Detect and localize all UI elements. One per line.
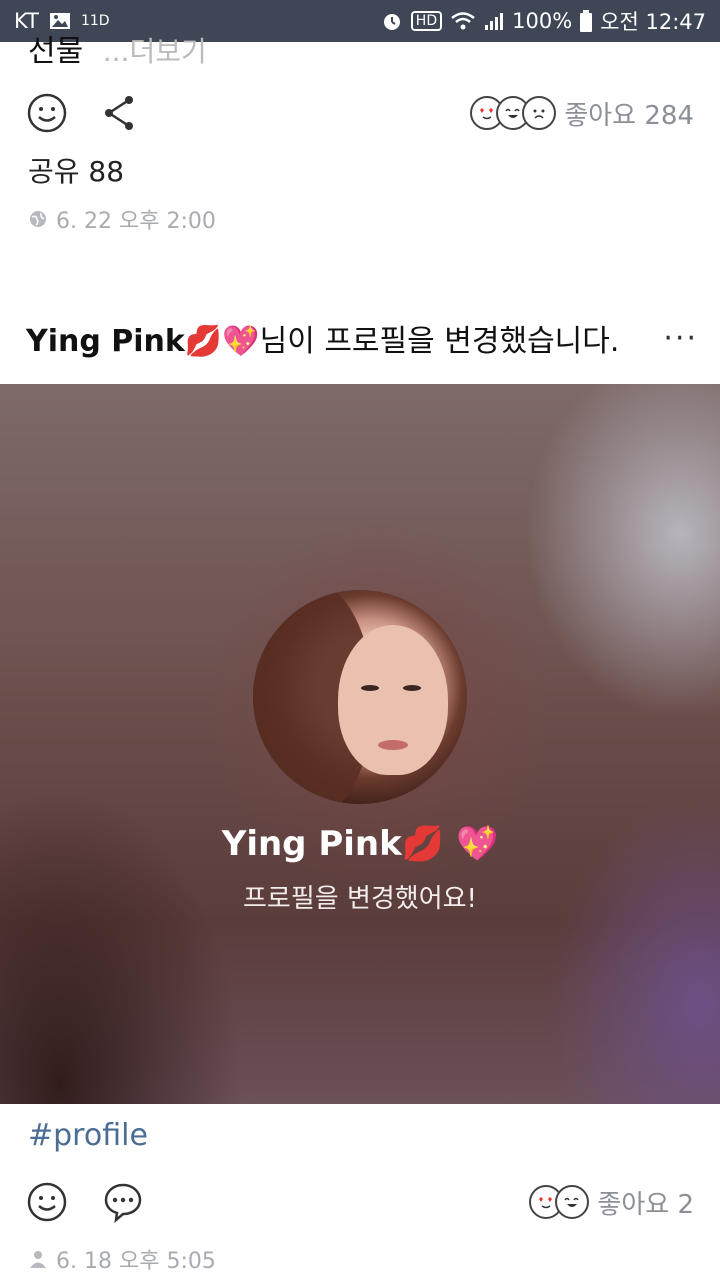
- post-text-truncated: 선물 ...더보기: [28, 26, 207, 70]
- kiss-icon: 💋: [184, 324, 223, 359]
- post-header: Ying Pink💋💖님이 프로필을 변경했습니다. ···: [26, 316, 698, 360]
- share-count[interactable]: 공유 88: [28, 150, 124, 190]
- emotion-smile-icon[interactable]: [26, 1181, 68, 1223]
- battery-percent: 100%: [512, 9, 573, 33]
- post-title-text: 님이 프로필을 변경했습니다.: [259, 324, 620, 359]
- reaction-icons: [529, 1185, 590, 1219]
- avatar-eye: [403, 685, 421, 691]
- likes-count: 좋아요 2: [597, 1189, 694, 1220]
- laugh-face-icon: [555, 1185, 590, 1219]
- post-actions: 좋아요 284: [26, 91, 694, 135]
- share-icon[interactable]: [102, 94, 136, 132]
- battery-icon: [580, 10, 593, 32]
- heart-icon: 💖: [455, 824, 499, 864]
- read-more-link[interactable]: ...더보기: [103, 35, 207, 68]
- person-icon: [28, 1249, 48, 1269]
- clock: 오전 12:47: [600, 10, 706, 34]
- signal-icon: [484, 11, 504, 31]
- post-meta: 6. 22 오후 2:00: [28, 203, 216, 235]
- globe-icon: [28, 209, 48, 229]
- avatar-lips: [378, 740, 408, 750]
- alarm-icon: [381, 10, 403, 32]
- more-options-button[interactable]: ···: [663, 321, 698, 356]
- post-date: 6. 18 오후 5:05: [56, 1249, 216, 1274]
- profile-change-card[interactable]: Ying Pink💋 💖 프로필을 변경했어요!: [0, 384, 720, 1104]
- wifi-icon: [450, 11, 476, 31]
- post-meta-bottom: 6. 18 오후 5:05: [28, 1243, 216, 1275]
- post-actions-bottom: 좋아요 2: [26, 1180, 694, 1224]
- avatar-eye: [361, 685, 379, 691]
- reaction-icons: [470, 96, 557, 130]
- post-title: Ying Pink💋💖님이 프로필을 변경했습니다.: [26, 316, 619, 360]
- card-caption: 프로필을 변경했어요!: [243, 884, 477, 914]
- post-date: 6. 22 오후 2:00: [56, 209, 216, 234]
- heart-icon: 💖: [222, 324, 260, 359]
- hd-badge: HD: [410, 11, 443, 31]
- likes-summary[interactable]: 좋아요 284: [470, 95, 694, 132]
- avatar-face: [338, 625, 448, 775]
- likes-summary[interactable]: 좋아요 2: [529, 1184, 694, 1221]
- author-name[interactable]: Ying Pink: [26, 324, 185, 359]
- hashtag-link[interactable]: #profile: [28, 1118, 148, 1153]
- comment-icon[interactable]: [102, 1181, 144, 1223]
- kiss-icon: 💋: [401, 824, 445, 864]
- card-name-text: Ying Pink: [221, 824, 402, 864]
- card-user-name: Ying Pink💋 💖: [0, 824, 720, 864]
- emotion-smile-icon[interactable]: [26, 92, 68, 134]
- post-text: 선물: [28, 34, 84, 69]
- likes-count: 좋아요 284: [564, 100, 694, 131]
- profile-avatar[interactable]: [253, 590, 467, 804]
- sad-face-icon: [522, 96, 557, 130]
